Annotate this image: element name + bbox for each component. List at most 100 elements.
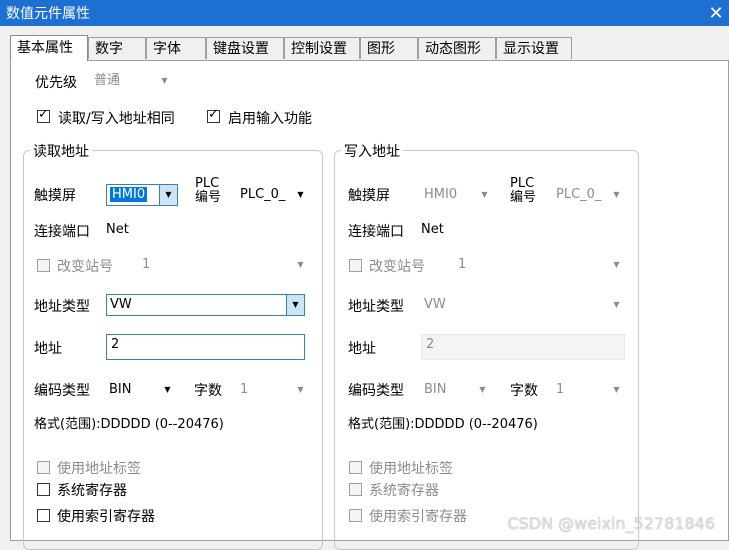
read-plc-label-line1: PLC <box>195 176 220 191</box>
read-address-group: 读取地址 触摸屏 HMI0 ▼ PLC 编号 PLC_0_ ▼ 连接端口 Net… <box>23 141 323 550</box>
read-touch-value: HMI0 <box>110 187 148 202</box>
read-touch-select[interactable]: HMI0 ▼ <box>106 184 178 206</box>
write-index-reg-checkbox[interactable] <box>349 509 362 522</box>
write-digits-value: 1 <box>556 382 565 397</box>
write-change-station-label: 改变站号 <box>369 259 425 275</box>
chevron-down-icon: ▼ <box>613 385 620 394</box>
write-sys-reg-checkbox[interactable] <box>349 483 362 496</box>
write-touch-select[interactable]: HMI0 ▼ <box>421 185 493 205</box>
read-code-type-value: BIN <box>109 382 132 397</box>
checkmark-icon: ✓ <box>208 107 219 122</box>
read-code-type-label: 编码类型 <box>34 383 90 399</box>
tab-number[interactable]: 数字 <box>88 37 146 59</box>
read-station-select[interactable]: 1 ▼ <box>139 255 309 275</box>
priority-label: 优先级 <box>35 75 77 91</box>
chevron-down-icon: ▼ <box>481 190 488 199</box>
read-digits-value: 1 <box>240 382 249 397</box>
watermark-text: CSDN @weixin_52781846 <box>507 514 715 533</box>
write-plc-select[interactable]: PLC_0_ ▼ <box>553 185 625 205</box>
read-station-value: 1 <box>142 257 151 272</box>
write-port-label: 连接端口 <box>348 224 404 240</box>
read-change-station-checkbox[interactable] <box>37 259 50 272</box>
write-address-group: 写入地址 触摸屏 HMI0 ▼ PLC 编号 PLC_0_ ▼ 连接端口 Net… <box>334 141 639 550</box>
chevron-down-icon: ▼ <box>286 295 304 315</box>
write-addr-input[interactable]: 2 <box>421 334 625 360</box>
enable-input-label: 启用输入功能 <box>228 111 312 127</box>
read-digits-select[interactable]: 1 ▼ <box>237 380 309 400</box>
read-sys-reg-label: 系统寄存器 <box>57 483 127 499</box>
read-index-reg-checkbox[interactable] <box>37 509 50 522</box>
read-addr-input[interactable]: 2 <box>106 334 305 360</box>
write-sys-reg-label: 系统寄存器 <box>369 483 439 499</box>
basic-properties-panel: 优先级 普通 ▼ ✓ 读取/写入地址相同 ✓ 启用输入功能 读取地址 触摸屏 H… <box>10 60 729 550</box>
read-change-station-label: 改变站号 <box>57 259 113 275</box>
write-change-station-checkbox[interactable] <box>349 259 362 272</box>
read-plc-value: PLC_0_ <box>240 187 286 202</box>
read-code-type-select[interactable]: BIN ▼ <box>106 380 176 400</box>
write-port-value: Net <box>421 222 444 237</box>
chevron-down-icon: ▼ <box>613 260 620 269</box>
read-port-value: Net <box>106 222 129 237</box>
write-plc-label-line2: 编号 <box>510 190 537 205</box>
write-index-reg-label: 使用索引寄存器 <box>369 509 467 525</box>
write-use-tag-checkbox[interactable] <box>349 461 362 474</box>
chevron-down-icon: ▼ <box>479 385 486 394</box>
write-station-select[interactable]: 1 ▼ <box>455 255 625 275</box>
read-format-text: 格式(范围):DDDDD (0--20476) <box>34 417 224 432</box>
write-use-tag-label: 使用地址标签 <box>369 461 453 477</box>
write-plc-label: PLC 编号 <box>510 177 536 205</box>
same-address-label: 读取/写入地址相同 <box>58 111 175 127</box>
write-touch-value: HMI0 <box>424 187 458 202</box>
tab-keyboard[interactable]: 键盘设置 <box>206 37 284 59</box>
write-code-type-select[interactable]: BIN ▼ <box>421 380 491 400</box>
read-index-reg-label: 使用索引寄存器 <box>57 509 155 525</box>
read-port-label: 连接端口 <box>34 224 90 240</box>
write-code-type-label: 编码类型 <box>348 383 404 399</box>
chevron-down-icon: ▼ <box>161 76 168 85</box>
priority-select[interactable]: 普通 ▼ <box>91 71 173 91</box>
read-use-tag-checkbox[interactable] <box>37 461 50 474</box>
write-format-text: 格式(范围):DDDDD (0--20476) <box>348 417 538 432</box>
read-addr-type-label: 地址类型 <box>34 299 90 315</box>
title-bar: 数值元件属性 ✕ <box>0 0 729 26</box>
read-digits-label: 字数 <box>194 383 222 399</box>
write-station-value: 1 <box>458 257 467 272</box>
tab-graphic[interactable]: 图形 <box>360 37 418 59</box>
read-plc-label-line2: 编号 <box>195 190 222 205</box>
chevron-down-icon: ▼ <box>613 300 620 309</box>
write-addr-value: 2 <box>426 337 435 352</box>
close-icon[interactable]: ✕ <box>703 0 729 26</box>
write-addr-type-label: 地址类型 <box>348 299 404 315</box>
read-plc-label: PLC 编号 <box>195 177 221 205</box>
read-sys-reg-checkbox[interactable] <box>37 483 50 496</box>
read-addr-type-value: VW <box>110 297 132 312</box>
write-address-legend: 写入地址 <box>341 141 403 161</box>
chevron-down-icon: ▼ <box>297 190 304 199</box>
write-code-type-value: BIN <box>424 382 447 397</box>
tab-basic[interactable]: 基本属性 <box>10 35 88 61</box>
chevron-down-icon: ▼ <box>613 190 620 199</box>
window-title: 数值元件属性 <box>6 6 90 22</box>
checkmark-icon: ✓ <box>38 107 49 122</box>
same-address-checkbox[interactable]: ✓ <box>37 107 50 123</box>
write-addr-label: 地址 <box>348 341 376 357</box>
tab-display[interactable]: 显示设置 <box>496 37 572 59</box>
write-digits-select[interactable]: 1 ▼ <box>553 380 625 400</box>
tab-font[interactable]: 字体 <box>146 37 206 59</box>
read-plc-select[interactable]: PLC_0_ ▼ <box>237 185 309 205</box>
enable-input-checkbox[interactable]: ✓ <box>207 107 220 123</box>
write-digits-label: 字数 <box>510 383 538 399</box>
tab-dynamic-graphic[interactable]: 动态图形 <box>418 37 496 59</box>
chevron-down-icon: ▼ <box>297 260 304 269</box>
write-addr-type-value: VW <box>424 297 446 312</box>
write-addr-type-select[interactable]: VW ▼ <box>421 295 625 315</box>
tab-control[interactable]: 控制设置 <box>284 37 360 59</box>
read-touch-label: 触摸屏 <box>34 188 76 204</box>
read-addr-type-select[interactable]: VW ▼ <box>106 294 305 316</box>
chevron-down-icon: ▼ <box>159 185 177 205</box>
write-touch-label: 触摸屏 <box>348 188 390 204</box>
write-plc-value: PLC_0_ <box>556 187 602 202</box>
chevron-down-icon: ▼ <box>297 385 304 394</box>
read-addr-value: 2 <box>111 337 120 352</box>
read-address-legend: 读取地址 <box>30 141 92 161</box>
